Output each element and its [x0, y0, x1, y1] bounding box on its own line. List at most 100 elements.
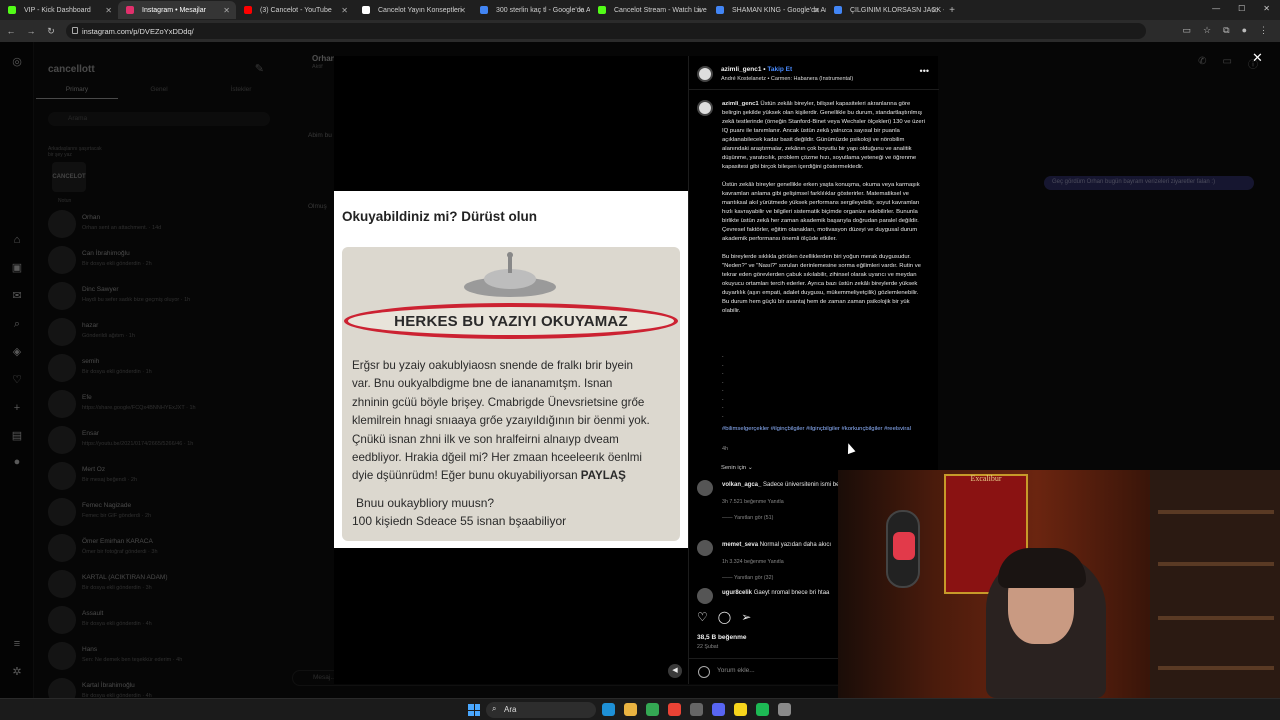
streamer-hair — [998, 548, 1086, 588]
tab-title: (3) Cancelot - YouTube — [260, 6, 332, 14]
hashtags[interactable]: #bilimselgerçekler #ilginçbilgiler #ilgi… — [722, 425, 926, 434]
taskbar-search-label: Ara — [504, 705, 517, 714]
tab-title: SHAMAN KING - Google'da Ara — [732, 6, 826, 14]
share-word: PAYLAŞ — [580, 469, 626, 483]
scrambled-line: klemilrein hnagi snıaaya grőe yzaıyıldığ… — [352, 414, 650, 428]
post-header: azimli_genc1 • Takip Et André Kostelanet… — [689, 56, 939, 90]
taskbar-search[interactable]: ⌕ Ara — [486, 702, 596, 718]
audio-track[interactable]: André Kostelanetz • Carmen: Habanera (In… — [721, 76, 853, 82]
search-icon: ⌕ — [492, 704, 497, 713]
add-comment-placeholder: Yorum ekle... — [717, 667, 755, 674]
close-tab-icon[interactable]: ✕ — [341, 6, 348, 15]
reload-icon[interactable]: ↻ — [42, 26, 60, 37]
post-photo: HERKES BU YAZIYI OKUYAMAZ Erğsr bu yzaiy… — [342, 247, 680, 541]
url-input[interactable]: instagram.com/p/DVEZoYxDDdq/ — [66, 23, 1146, 39]
scrambled-line: zhninin gcüü böyle brişey. Cmabrigde Üne… — [352, 395, 645, 409]
chrome-2-icon[interactable] — [668, 703, 681, 716]
tab-title: Cancelot Yayın Konseptleri — [378, 6, 462, 14]
menu-icon[interactable]: ⋮ — [1259, 25, 1268, 36]
view-replies-button[interactable]: —— Yanıtları gör (51) — [722, 515, 773, 521]
caption-username[interactable]: azimli_genc1 — [722, 101, 759, 107]
close-tab-icon[interactable]: ✕ — [695, 6, 702, 15]
windows-start-icon[interactable] — [468, 704, 480, 716]
comment-username[interactable]: volkan_agca_ — [722, 482, 761, 488]
like-icon[interactable]: ♡ — [697, 610, 708, 624]
browser-tab[interactable]: Cancelot Stream - Watch Live on Kick✕ — [590, 1, 708, 19]
more-options-icon[interactable]: ••• — [920, 66, 929, 76]
url-text: instagram.com/p/DVEZoYxDDdq/ — [82, 26, 194, 36]
tab-title: 300 sterlin kaç tl - Google'da Ara — [496, 6, 590, 14]
browser-tab[interactable]: Instagram • Mesajlar ✕ — [118, 1, 236, 19]
scrambled-line-text: dyie dşüünrüdm! Eğer bunu okuyabiliyorsa… — [352, 469, 581, 483]
close-window-icon[interactable]: ✕ — [1263, 4, 1270, 13]
banner-text: Excalibur — [970, 474, 1002, 483]
bookmark-star-icon[interactable]: ☆ — [1203, 25, 1211, 36]
comment-avatar[interactable] — [697, 540, 713, 556]
browser-tab[interactable]: 300 sterlin kaç tl - Google'da Ara ✕ — [472, 1, 590, 19]
follow-button[interactable]: Takip Et — [767, 66, 792, 73]
back-icon[interactable]: ← — [2, 26, 20, 36]
comment-sort-dropdown[interactable]: Senin için ⌄ — [721, 465, 753, 471]
comment-username[interactable]: ugur8celik — [722, 590, 752, 596]
view-replies-button[interactable]: —— Yanıtları gör (32) — [722, 575, 773, 581]
post-image[interactable]: Okuyabildiniz mi? Dürüst olun HERKES BU … — [334, 191, 688, 548]
chrome-icon[interactable] — [646, 703, 659, 716]
tab-title: ÇILGINIM KLORSASN JACK - Google'da — [850, 6, 944, 14]
minimize-icon[interactable]: — — [1212, 4, 1220, 13]
close-modal-icon[interactable]: ✕ — [1252, 50, 1263, 66]
profile-icon[interactable]: ● — [1242, 25, 1247, 36]
close-tab-icon[interactable]: ✕ — [105, 6, 112, 15]
speaker-muted-icon[interactable]: ◀ — [668, 664, 682, 678]
comment-text: Gaeyt nromal bnece bri htaa — [753, 590, 830, 596]
discord-icon[interactable] — [712, 703, 725, 716]
comment-username[interactable]: memet_seva — [722, 542, 758, 548]
close-tab-icon[interactable]: ✕ — [459, 6, 466, 15]
scrambled-text: Erğsr bu yzaiy oakublyiaosn snende de fr… — [352, 357, 674, 486]
maximize-icon[interactable]: ☐ — [1238, 4, 1245, 13]
question-1: Bnuu oukaybliory muusn? — [356, 496, 495, 510]
caption-avatar[interactable] — [697, 100, 713, 116]
comment-icon[interactable]: ◯ — [718, 610, 731, 624]
like-count[interactable]: 38,5 B beğenme — [697, 634, 747, 641]
new-tab-button[interactable]: + — [944, 5, 960, 16]
comment-meta[interactable]: 3h 7.521 beğenme Yanıtla — [722, 499, 784, 505]
notes-icon[interactable] — [734, 703, 747, 716]
browser-tab-strip: VIP - Kick Dashboard ✕ Instagram • Mesajla… — [0, 0, 1280, 20]
comment-meta[interactable]: 1h 3.324 beğenme Yanıtla — [722, 559, 784, 565]
browser-tab[interactable]: SHAMAN KING - Google'da Ara ✕ — [708, 1, 826, 19]
cast-icon[interactable]: ▭ — [1183, 25, 1192, 36]
app-icon[interactable] — [690, 703, 703, 716]
post-time: 4h — [722, 446, 729, 452]
collectibles-shelf — [1150, 470, 1280, 698]
emoji-icon[interactable] — [698, 666, 710, 678]
spotify-icon[interactable] — [756, 703, 769, 716]
comment-avatar[interactable] — [697, 588, 713, 604]
settings-icon[interactable] — [778, 703, 791, 716]
share-icon[interactable]: ➢ — [741, 610, 751, 624]
close-tab-icon[interactable]: ✕ — [813, 6, 820, 15]
caption-paragraph: Bu bireylerde sıklıkla görülen özellikle… — [722, 254, 921, 314]
author-username[interactable]: azimli_genc1 — [721, 66, 761, 73]
tab-favicon-icon — [598, 6, 606, 14]
scrambled-line: var. Bnu oukyalbdigme bne de iananamıtşm… — [352, 377, 613, 391]
close-tab-icon[interactable]: ✕ — [223, 6, 230, 15]
browser-tab[interactable]: ÇILGINIM KLORSASN JACK - Google'da✕ — [826, 1, 944, 19]
edge-icon[interactable] — [602, 703, 615, 716]
tab-title: Instagram • Mesajlar — [142, 6, 206, 14]
comment-text: Normal yazıdan daha akıcı — [759, 542, 832, 548]
browser-tab[interactable]: Cancelot Yayın Konseptleri ✕ — [354, 1, 472, 19]
forward-icon[interactable]: → — [22, 26, 40, 36]
browser-tab[interactable]: VIP - Kick Dashboard ✕ — [0, 1, 118, 19]
caption-dot: . — [722, 370, 724, 376]
extensions-icon[interactable]: ⧉ — [1223, 25, 1229, 36]
folder-icon[interactable] — [624, 703, 637, 716]
caption-paragraph: Üstün zekâlı bireyler, bilişsel kapasite… — [722, 101, 925, 170]
address-bar-row: ← → ↻ instagram.com/p/DVEZoYxDDdq/ ▭ ☆ ⧉… — [0, 20, 1280, 42]
author-avatar[interactable] — [697, 66, 713, 82]
close-tab-icon[interactable]: ✕ — [931, 6, 938, 15]
scrambled-line: eedbliyor. Hrakia dğeil mi? Her zmaan hc… — [352, 451, 642, 465]
close-tab-icon[interactable]: ✕ — [577, 6, 584, 15]
site-info-icon[interactable] — [72, 27, 78, 34]
comment-avatar[interactable] — [697, 480, 713, 496]
browser-tab[interactable]: (3) Cancelot - YouTube ✕ — [236, 1, 354, 19]
